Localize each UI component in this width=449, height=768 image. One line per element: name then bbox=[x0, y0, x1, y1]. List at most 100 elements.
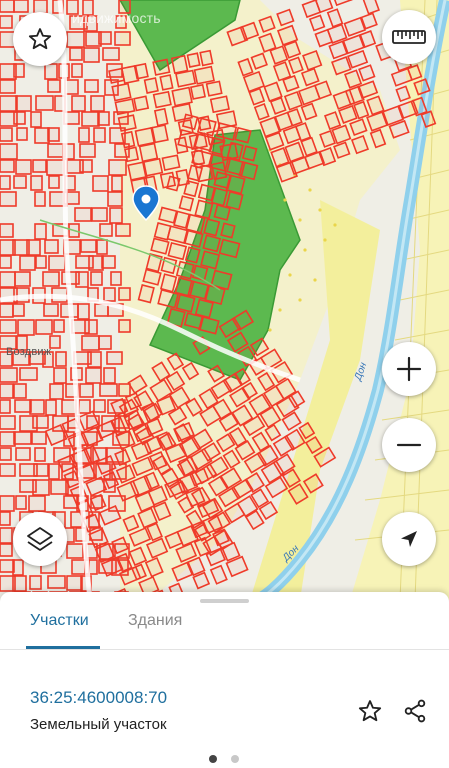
parcel-outline[interactable] bbox=[0, 127, 13, 142]
parcel-outline[interactable] bbox=[205, 80, 223, 97]
parcel-outline[interactable] bbox=[124, 146, 140, 163]
parcel-outline[interactable] bbox=[69, 47, 83, 61]
parcel-outline[interactable] bbox=[48, 175, 60, 189]
parcel-outline[interactable] bbox=[12, 575, 27, 592]
parcel-outline[interactable] bbox=[150, 237, 170, 255]
parcel-outline[interactable] bbox=[98, 31, 112, 45]
parcel-outline[interactable] bbox=[234, 126, 252, 144]
parcel-outline[interactable] bbox=[199, 49, 214, 67]
favorite-button[interactable] bbox=[13, 12, 67, 66]
parcel-outline[interactable] bbox=[194, 298, 214, 319]
parcel-outline[interactable] bbox=[35, 319, 53, 335]
parcel-outline[interactable] bbox=[0, 303, 14, 318]
parcel-outline[interactable] bbox=[16, 127, 28, 141]
parcel-outline[interactable] bbox=[32, 415, 49, 429]
parcel-outline[interactable] bbox=[0, 223, 14, 238]
parcel-outline[interactable] bbox=[17, 319, 35, 336]
share-button[interactable] bbox=[400, 696, 430, 726]
parcel-outline[interactable] bbox=[202, 234, 222, 253]
parcel-outline[interactable] bbox=[114, 31, 131, 46]
parcel-outline[interactable] bbox=[118, 287, 131, 301]
zoom-in-button[interactable] bbox=[382, 342, 436, 396]
parcel-outline[interactable] bbox=[94, 303, 109, 317]
parcel-outline[interactable] bbox=[28, 495, 46, 512]
parcel-outline[interactable] bbox=[103, 367, 116, 384]
parcel-outline[interactable] bbox=[137, 284, 155, 304]
parcel-outline[interactable] bbox=[108, 159, 127, 176]
parcel-outline[interactable] bbox=[75, 271, 89, 288]
parcel-outline[interactable] bbox=[13, 63, 25, 78]
parcel-outline[interactable] bbox=[183, 179, 200, 198]
parcel-outline[interactable] bbox=[35, 95, 54, 111]
save-parcel-button[interactable] bbox=[355, 696, 385, 726]
parcel-outline[interactable] bbox=[43, 303, 59, 317]
parcel-outline[interactable] bbox=[84, 319, 98, 335]
parcel-outline[interactable] bbox=[143, 77, 159, 94]
parcel-outline[interactable] bbox=[133, 95, 150, 112]
parcel-outline[interactable] bbox=[87, 351, 102, 368]
parcel-outline[interactable] bbox=[159, 74, 174, 91]
parcel-outline[interactable] bbox=[183, 229, 204, 248]
parcel-outline[interactable] bbox=[33, 463, 49, 477]
sheet-drag-handle[interactable] bbox=[200, 599, 249, 603]
parcel-outline[interactable] bbox=[225, 190, 244, 211]
tab-parcels[interactable]: Участки bbox=[30, 612, 89, 630]
parcel-outline[interactable] bbox=[210, 187, 229, 207]
parcel-outline[interactable] bbox=[15, 95, 32, 112]
parcel-outline[interactable] bbox=[12, 303, 25, 317]
parcel-outline[interactable] bbox=[142, 268, 162, 286]
parcel-outline[interactable] bbox=[241, 145, 258, 162]
parcel-outline[interactable] bbox=[106, 351, 123, 365]
parcel-outline[interactable] bbox=[203, 218, 221, 237]
parcel-outline[interactable] bbox=[12, 559, 24, 576]
parcel-outline[interactable] bbox=[208, 153, 230, 172]
parcel-outline[interactable] bbox=[55, 351, 67, 367]
parcel-outline[interactable] bbox=[167, 241, 188, 261]
parcel-outline[interactable] bbox=[0, 527, 13, 544]
parcel-outline[interactable] bbox=[42, 271, 60, 287]
parcel-outline[interactable] bbox=[0, 399, 11, 414]
parcel-outline[interactable] bbox=[110, 271, 122, 286]
parcel-outline[interactable] bbox=[114, 98, 136, 116]
parcel-outline[interactable] bbox=[0, 367, 18, 383]
parcel-outline[interactable] bbox=[187, 280, 210, 300]
parcel-outline[interactable] bbox=[118, 319, 131, 333]
parcel-outline[interactable] bbox=[15, 159, 32, 175]
parcel-outline[interactable] bbox=[107, 191, 123, 207]
parcel-outline[interactable] bbox=[0, 319, 17, 334]
parcel-outline[interactable] bbox=[111, 175, 123, 192]
parcel-outline[interactable] bbox=[29, 399, 45, 415]
parcel-outline[interactable] bbox=[84, 79, 99, 93]
parcel-outline[interactable] bbox=[153, 107, 169, 127]
parcel-outline[interactable] bbox=[93, 399, 106, 413]
parcel-outline[interactable] bbox=[0, 95, 18, 112]
parcel-outline[interactable] bbox=[80, 239, 97, 253]
parcel-outline[interactable] bbox=[0, 143, 18, 160]
parcel-outline[interactable] bbox=[0, 255, 12, 269]
parcel-outline[interactable] bbox=[150, 124, 169, 144]
parcel-outline[interactable] bbox=[81, 335, 100, 351]
parcel-outline[interactable] bbox=[213, 204, 231, 221]
parcel-outline[interactable] bbox=[99, 383, 118, 397]
parcel-outline[interactable] bbox=[102, 47, 120, 61]
parcel-outline[interactable] bbox=[115, 223, 131, 237]
parcel-outline[interactable] bbox=[138, 142, 159, 163]
parcel-outline[interactable] bbox=[44, 63, 58, 80]
parcel-outline[interactable] bbox=[159, 273, 178, 293]
parcel-outline[interactable] bbox=[97, 111, 110, 126]
parcel-outline[interactable] bbox=[101, 255, 116, 269]
parcel-outline[interactable] bbox=[178, 195, 195, 212]
parcel-outline[interactable] bbox=[14, 399, 32, 413]
parcel-outline[interactable] bbox=[133, 62, 149, 80]
parcel-outline[interactable] bbox=[49, 383, 64, 400]
parcel-outline[interactable] bbox=[32, 479, 50, 496]
parcel-outline[interactable] bbox=[0, 383, 14, 399]
parcel-outline[interactable] bbox=[46, 159, 65, 176]
parcel-outline[interactable] bbox=[238, 161, 259, 181]
my-location-button[interactable] bbox=[382, 512, 436, 566]
parcel-outline[interactable] bbox=[13, 431, 32, 445]
parcel-outline[interactable] bbox=[15, 447, 31, 461]
parcel-outline[interactable] bbox=[49, 335, 61, 349]
map-view[interactable] bbox=[0, 0, 449, 600]
parcel-outline[interactable] bbox=[90, 95, 105, 112]
